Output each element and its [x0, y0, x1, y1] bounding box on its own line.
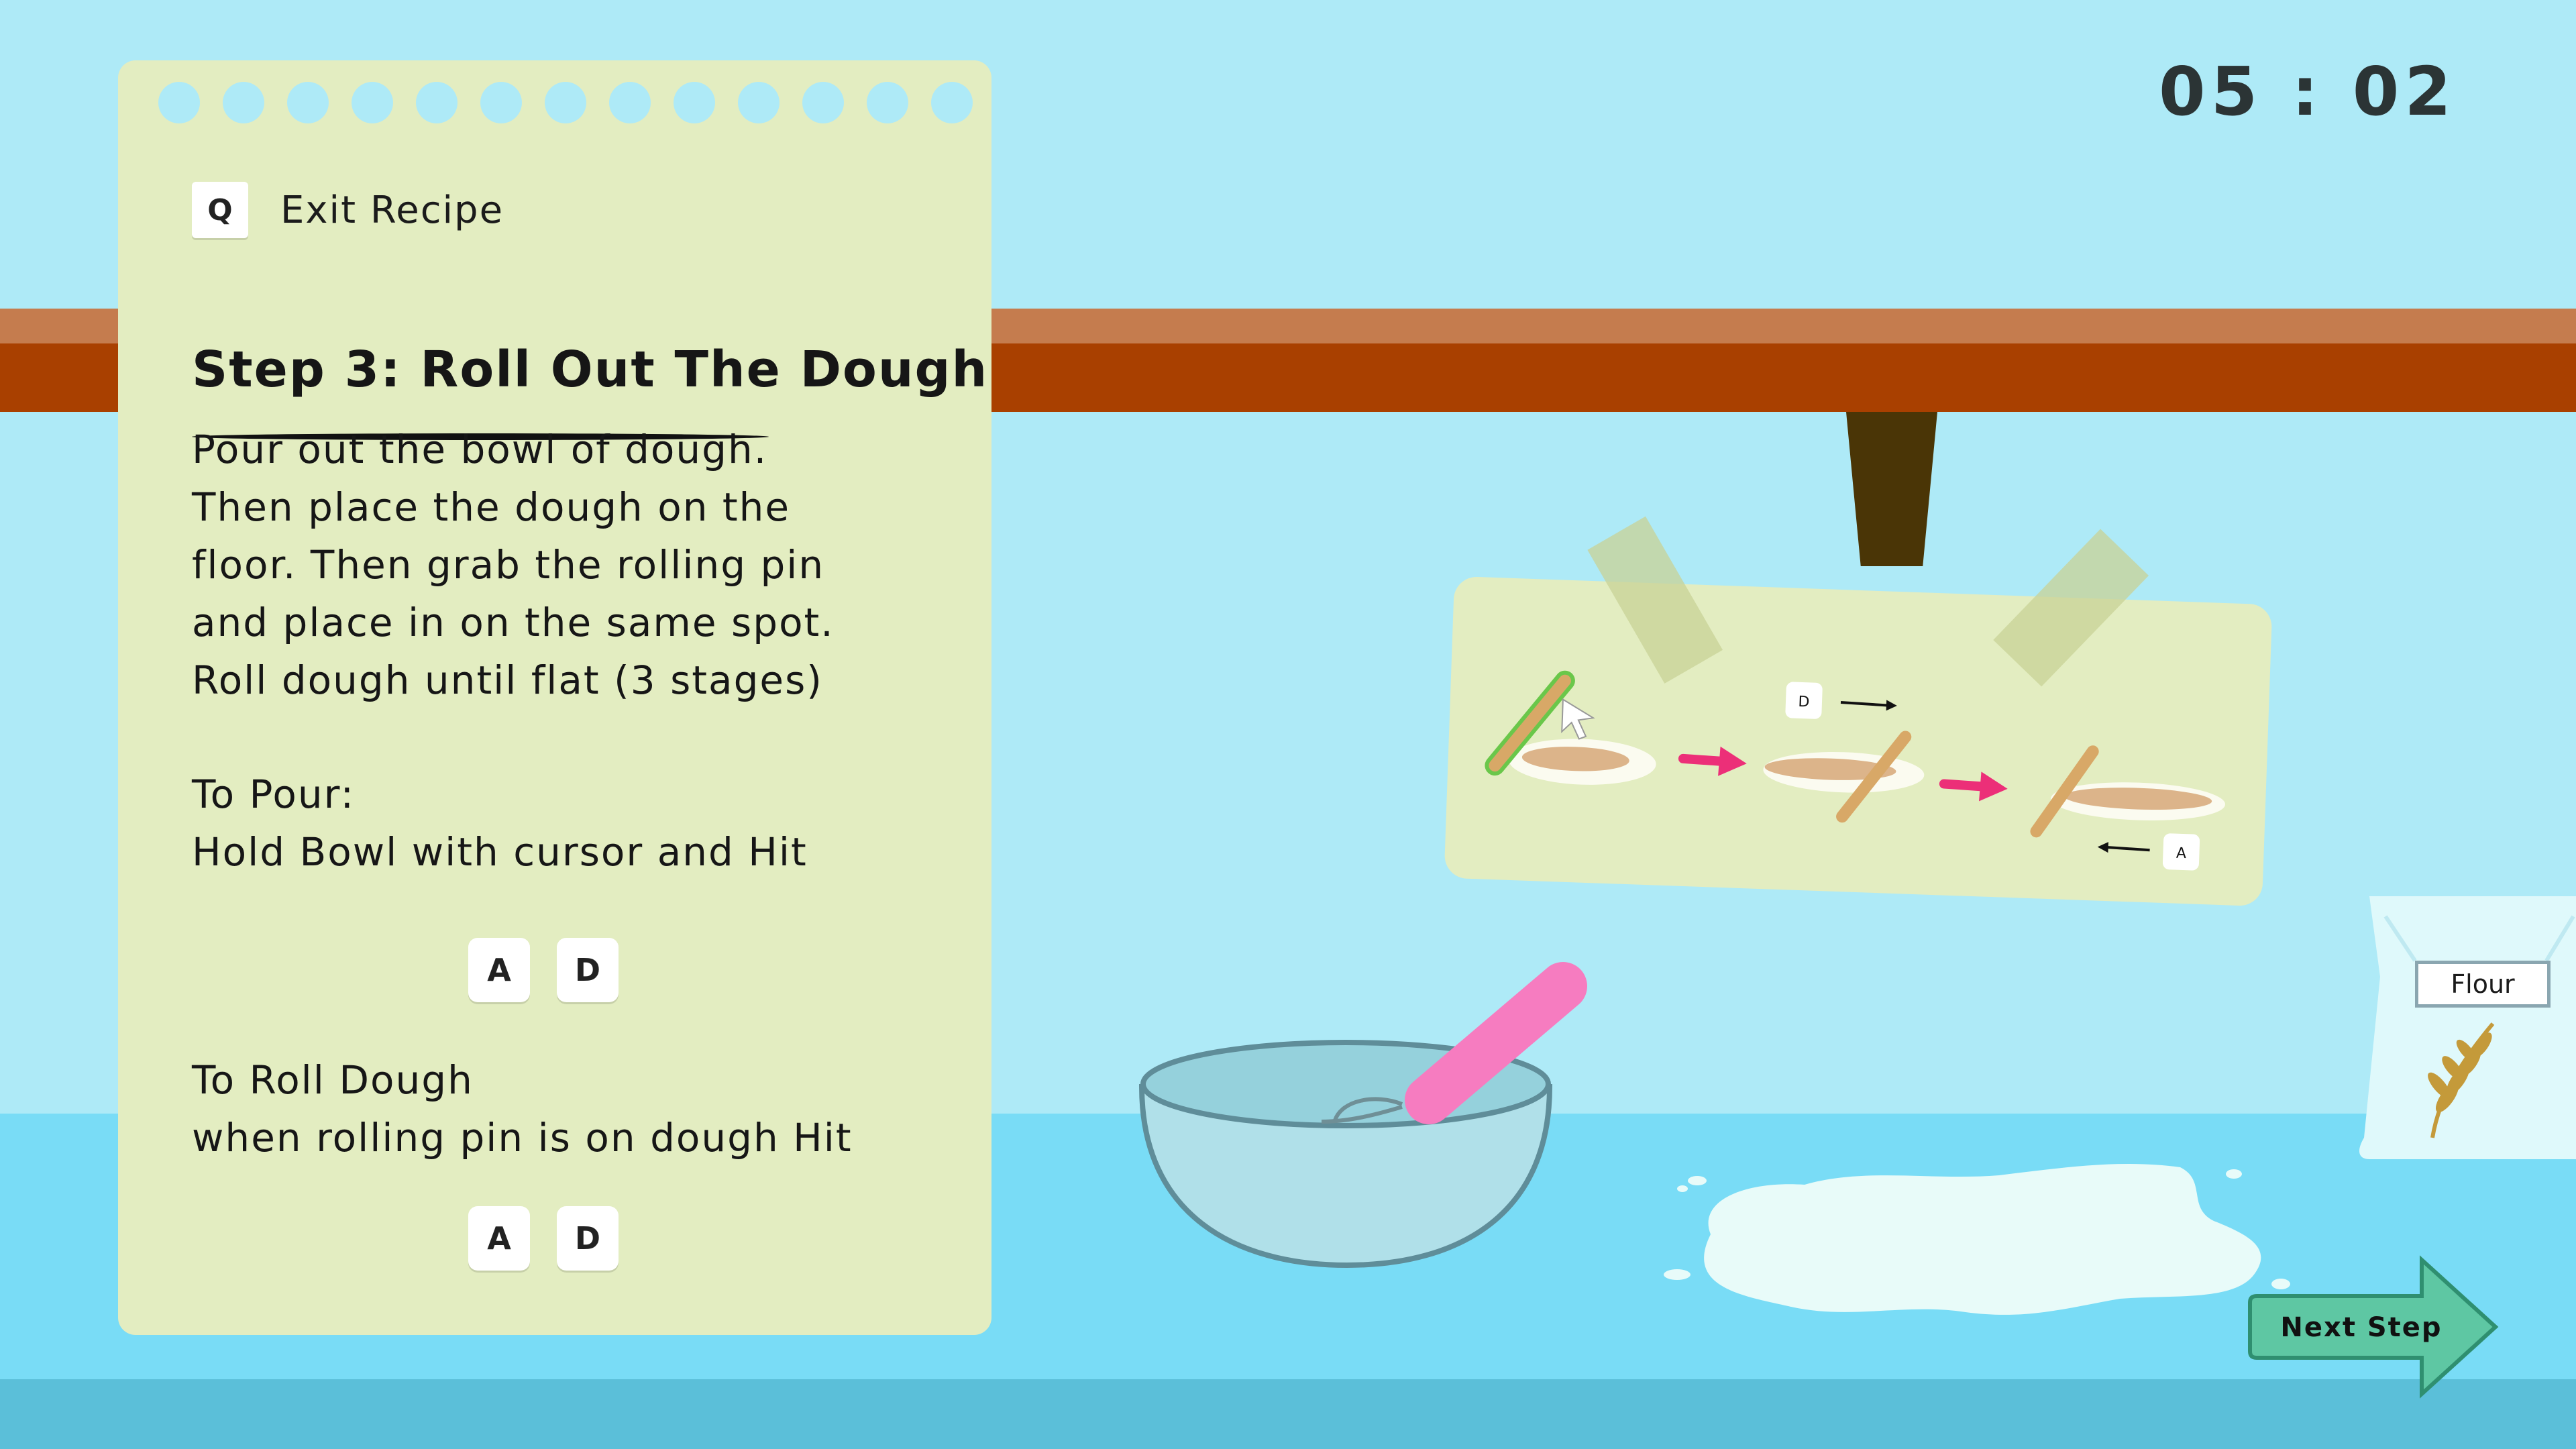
binder-ring: [867, 82, 908, 123]
binder-ring: [931, 82, 973, 123]
wheat-icon: [2428, 1022, 2495, 1138]
mixing-bowl[interactable]: [1134, 946, 1617, 1275]
pour-heading: To Pour:: [192, 771, 356, 817]
binder-ring: [287, 82, 329, 123]
exit-recipe-label: Exit Recipe: [280, 188, 504, 232]
flour-label: Flour: [2415, 961, 2551, 1008]
recipe-card: Q Exit Recipe Step 3: Roll Out The Dough…: [118, 60, 991, 1335]
exit-recipe-button[interactable]: Q Exit Recipe: [192, 181, 504, 239]
key-a: A: [468, 1206, 530, 1271]
next-step-label: Next Step: [2280, 1312, 2443, 1343]
binder-ring: [480, 82, 522, 123]
roll-heading: To Roll Dough: [192, 1057, 474, 1103]
floor-edge: [0, 1379, 2576, 1449]
step-title: Step 3: Roll Out The Dough: [192, 341, 989, 398]
key-a: A: [468, 938, 530, 1002]
pour-text: Hold Bowl with cursor and Hit: [192, 829, 808, 875]
binder-ring: [223, 82, 264, 123]
binder-ring: [352, 82, 393, 123]
instruction-line: Pour out the bowl of dough.: [192, 427, 768, 472]
instruction-line: Roll dough until flat (3 stages): [192, 657, 823, 703]
instruction-line: Then place the dough on the: [192, 484, 791, 530]
binder-ring: [674, 82, 715, 123]
countdown-timer: 05 : 02: [2159, 52, 2457, 131]
instruction-line: and place in on the same spot.: [192, 600, 835, 645]
binder-ring: [158, 82, 200, 123]
binder-ring: [802, 82, 844, 123]
rolling-guide-illustration: D A: [1485, 670, 2226, 871]
guide-key-a: A: [2176, 845, 2186, 863]
key-d: D: [557, 1206, 619, 1271]
kitchen-scene: Flour D A 05: 02 Q Exit Recipe Step 3: …: [0, 0, 2576, 1449]
roll-keys: A D: [468, 1206, 619, 1271]
flour-bag[interactable]: Flour: [2359, 896, 2576, 1159]
pour-keys: A D: [468, 938, 619, 1002]
guide-key-d: D: [1798, 694, 1810, 711]
next-step-button[interactable]: Next Step: [2247, 1254, 2502, 1399]
binder-ring: [545, 82, 586, 123]
dough-puddle[interactable]: [1650, 1140, 2294, 1328]
instruction-line: floor. Then grab the rolling pin: [192, 542, 825, 588]
binder-ring: [738, 82, 780, 123]
binder-ring: [416, 82, 458, 123]
shelf-bracket: [1846, 412, 1937, 566]
binder-ring: [609, 82, 651, 123]
key-d: D: [557, 938, 619, 1002]
rolling-guide-card: D A: [1444, 516, 2273, 907]
key-q: Q: [192, 182, 248, 238]
roll-text: when rolling pin is on dough Hit: [192, 1115, 853, 1161]
